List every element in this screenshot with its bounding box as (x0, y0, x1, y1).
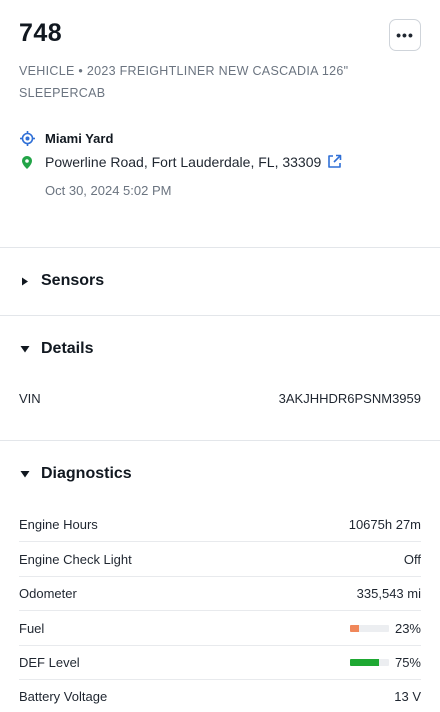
odometer-label: Odometer (19, 585, 77, 601)
details-title: Details (41, 340, 94, 357)
sensors-section-toggle[interactable]: Sensors (19, 272, 104, 290)
diagnostic-row-battery: Battery Voltage 13 V (19, 679, 421, 712)
vehicle-title: 748 (19, 19, 63, 47)
def-level-bar (349, 658, 389, 666)
details-section-toggle[interactable]: Details (19, 340, 93, 358)
geofence-icon (19, 130, 35, 146)
diagnostics-title: Diagnostics (41, 465, 132, 482)
fuel-value-group: 23% (349, 620, 421, 636)
battery-value: 13 V (394, 688, 421, 704)
diagnostic-row-engine-hours: Engine Hours 10675h 27m (19, 507, 421, 541)
diagnostic-row-def-level: DEF Level 75% (19, 645, 421, 679)
divider (0, 440, 440, 441)
location-address-row: Powerline Road, Fort Lauderdale, FL, 333… (19, 154, 343, 170)
more-options-button[interactable]: ••• (389, 19, 421, 51)
header: 748 VEHICLE • 2023 FREIGHTLINER NEW CASC… (19, 18, 421, 104)
fuel-label: Fuel (19, 620, 45, 636)
caret-down-icon (19, 468, 31, 480)
external-link-icon[interactable] (327, 154, 343, 170)
caret-down-icon (19, 343, 31, 355)
vin-value: 3AKJHHDR6PSNM3959 (278, 391, 421, 406)
engine-hours-label: Engine Hours (19, 516, 98, 532)
diagnostic-row-odometer: Odometer 335,543 mi (19, 576, 421, 610)
battery-label: Battery Voltage (19, 688, 108, 704)
fuel-level-fill (349, 624, 359, 632)
def-level-value: 75% (394, 654, 421, 670)
def-level-value-group: 75% (349, 654, 421, 670)
more-icon: ••• (396, 27, 414, 43)
check-light-value: Off (403, 551, 421, 567)
caret-right-icon (19, 275, 31, 287)
divider (0, 247, 440, 248)
location-timestamp: Oct 30, 2024 5:02 PM (45, 183, 172, 198)
divider (0, 315, 440, 316)
diagnostic-row-check-light: Engine Check Light Off (19, 542, 421, 576)
vin-row: VIN 3AKJHHDR6PSNM3959 (19, 391, 421, 406)
vin-label: VIN (19, 391, 41, 406)
def-level-label: DEF Level (19, 654, 80, 670)
def-level-fill (349, 658, 380, 666)
check-light-label: Engine Check Light (19, 551, 132, 567)
engine-hours-value: 10675h 27m (348, 516, 421, 532)
fuel-level-bar (349, 624, 389, 632)
location-address: Powerline Road, Fort Lauderdale, FL, 333… (45, 154, 322, 170)
odometer-value: 335,543 mi (356, 585, 421, 601)
diagnostic-row-fuel: Fuel 23% (19, 611, 421, 645)
diagnostics-section-toggle[interactable]: Diagnostics (19, 465, 132, 483)
location-name-row: Miami Yard (19, 130, 113, 146)
sensors-title: Sensors (41, 272, 105, 289)
fuel-value: 23% (394, 620, 421, 636)
vehicle-subtitle: VEHICLE • 2023 FREIGHTLINER NEW CASCADIA… (19, 64, 349, 100)
location-name: Miami Yard (45, 130, 114, 146)
map-pin-icon (19, 154, 35, 170)
